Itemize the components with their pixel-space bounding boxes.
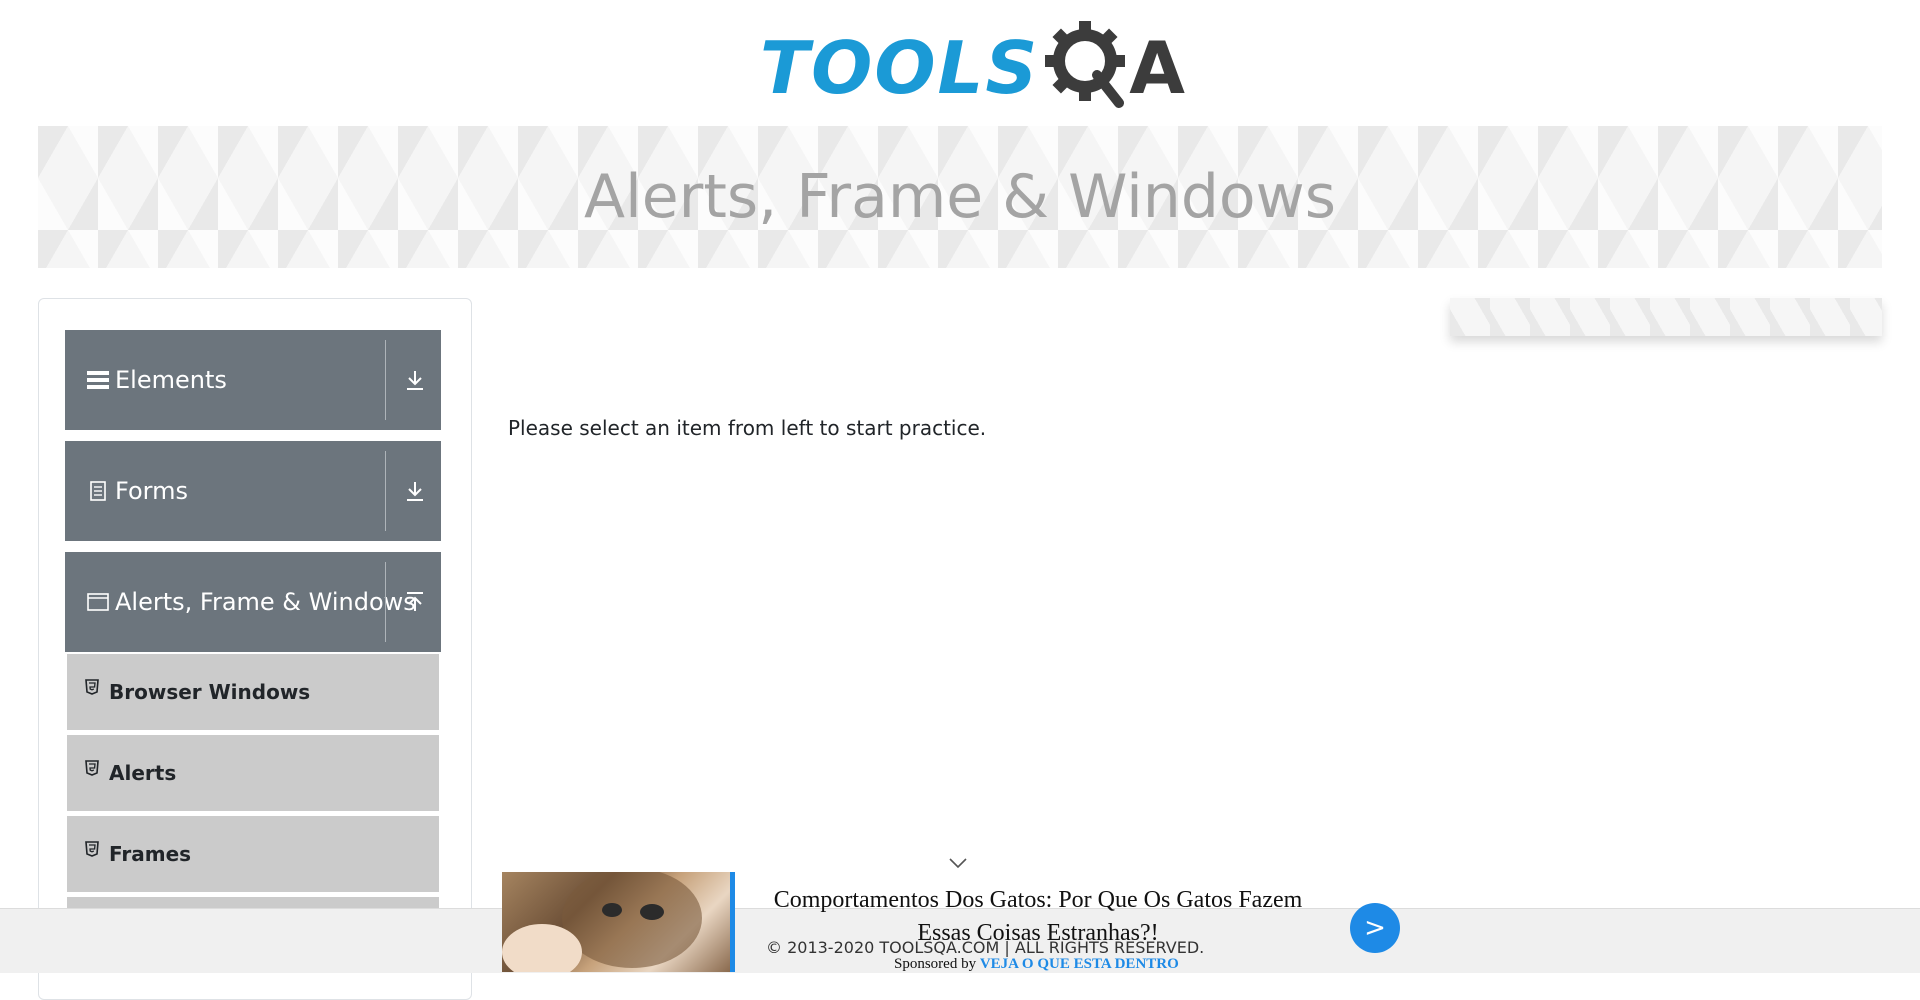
sidebar-group-alerts-frame-windows[interactable]: Alerts, Frame & Windows: [65, 552, 441, 652]
collapse-up-icon[interactable]: [401, 588, 429, 616]
sidebar-group-forms[interactable]: Forms: [65, 441, 441, 541]
page-banner: Alerts, Frame & Windows: [38, 126, 1882, 268]
hamburger-icon: [85, 367, 111, 393]
window-icon: [85, 589, 111, 615]
ad-sponsor-name[interactable]: VEJA O QUE ESTA DENTRO: [980, 956, 1179, 972]
ad-placeholder: [1450, 298, 1882, 336]
ad-sponsor-line[interactable]: Sponsored by VEJA O QUE ESTA DENTRO: [894, 956, 1179, 973]
sidebar-item-label: Frames: [109, 842, 192, 866]
html5-icon: [83, 759, 101, 777]
sidebar-group-elements[interactable]: Elements: [65, 330, 441, 430]
ad-accent-bar: [730, 872, 735, 972]
sidebar: Elements Forms Alerts, Frame & Windows B…: [38, 298, 472, 1000]
chevron-down-icon[interactable]: [948, 856, 968, 870]
html5-icon: [83, 678, 101, 696]
instruction-text: Please select an item from left to start…: [508, 416, 987, 440]
divider: [385, 562, 386, 642]
site-logo[interactable]: TOOLS A: [760, 18, 1185, 118]
ad-image[interactable]: [502, 872, 730, 972]
sidebar-item-browser-windows[interactable]: Browser Windows: [67, 654, 439, 732]
expand-down-icon[interactable]: [401, 366, 429, 394]
sidebar-item-label: Browser Windows: [109, 680, 311, 704]
html5-icon: [83, 840, 101, 858]
sidebar-group-label: Elements: [115, 366, 227, 394]
sidebar-item-frames[interactable]: Frames: [67, 816, 439, 894]
sidebar-group-label: Alerts, Frame & Windows: [115, 588, 416, 616]
divider: [385, 340, 386, 420]
expand-down-icon[interactable]: [401, 477, 429, 505]
ad-title[interactable]: Comportamentos Dos Gatos: Por Que Os Gat…: [758, 884, 1318, 950]
sidebar-item-alerts[interactable]: Alerts: [67, 735, 439, 813]
ad-sponsored-prefix: Sponsored by: [894, 956, 977, 972]
document-icon: [85, 478, 111, 504]
divider: [385, 451, 386, 531]
ad-go-button[interactable]: >: [1350, 903, 1400, 953]
logo-suffix: A: [1129, 26, 1185, 110]
page-title: Alerts, Frame & Windows: [584, 162, 1336, 232]
sidebar-item-label: Alerts: [109, 761, 177, 785]
gear-magnifier-icon: [1045, 20, 1126, 116]
sidebar-group-label: Forms: [115, 477, 188, 505]
logo-text: TOOLS: [760, 26, 1040, 110]
